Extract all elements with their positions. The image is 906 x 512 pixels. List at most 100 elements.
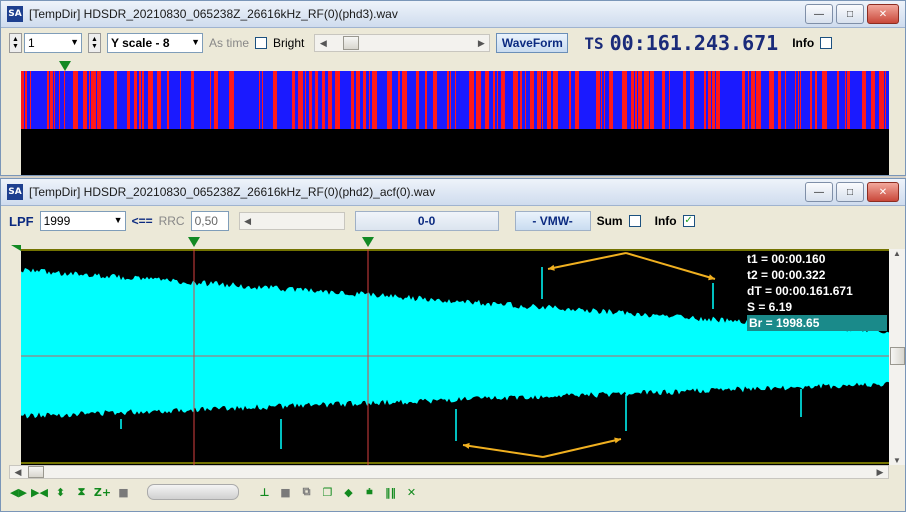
phd3-bar bbox=[450, 71, 451, 129]
phd3-bar bbox=[273, 71, 277, 129]
vertical-shrink-icon[interactable]: ⧗ bbox=[74, 485, 89, 500]
annotation-arrowhead bbox=[548, 264, 555, 271]
marker-t1-icon[interactable] bbox=[188, 237, 200, 247]
sum-checkbox[interactable] bbox=[628, 215, 641, 227]
minimize-button[interactable]: — bbox=[805, 182, 833, 202]
shrink-icon[interactable]: ▶◀ bbox=[31, 485, 48, 500]
scroll-right-icon[interactable]: ▶ bbox=[872, 467, 888, 478]
phd3-bar bbox=[601, 71, 602, 129]
info-label-2: Info bbox=[654, 214, 677, 228]
bracket-icon[interactable]: ⊥ bbox=[257, 485, 272, 500]
phd3-bar bbox=[64, 71, 65, 129]
marker-triangle-icon[interactable] bbox=[59, 61, 71, 71]
phd3-bar bbox=[433, 71, 437, 129]
diamond-icon[interactable]: ◆ bbox=[341, 485, 356, 500]
window2-toolbar: LPF 1999 ▼ <== RRC 0,50 ◀ 0-0 - VMW- Sum … bbox=[1, 206, 905, 236]
phd3-plot[interactable] bbox=[21, 71, 889, 175]
scroll-left-icon[interactable]: ◀ bbox=[315, 38, 331, 49]
expand-icon[interactable]: ◀▶ bbox=[10, 485, 27, 500]
yscale-select[interactable]: Y scale - 8 ▼ bbox=[107, 33, 203, 53]
horizontal-scrollbar[interactable]: ◀ ▶ bbox=[9, 465, 889, 479]
phd3-bar bbox=[372, 71, 377, 129]
window2-titlebar[interactable]: SA [TempDir] HDSDR_20210830_065238Z_2661… bbox=[1, 179, 905, 206]
phd3-bar bbox=[810, 71, 812, 129]
phd3-bar bbox=[716, 71, 720, 129]
phd3-bar bbox=[476, 71, 481, 129]
info-checkbox-2[interactable]: ✓ bbox=[682, 215, 695, 227]
phd3-bar bbox=[553, 71, 558, 129]
position-bar[interactable] bbox=[147, 484, 239, 500]
close-button[interactable]: ✕ bbox=[867, 4, 899, 24]
info-checkbox[interactable] bbox=[820, 37, 833, 49]
vertical-expand-icon[interactable]: ⬍ bbox=[53, 485, 68, 500]
marker-t2-icon[interactable] bbox=[362, 237, 374, 247]
phd3-bar bbox=[751, 71, 755, 129]
readout-t2: t2 = 00:00.322 bbox=[747, 268, 826, 282]
vmw-button[interactable]: - VMW- bbox=[514, 211, 591, 231]
phd3-bar bbox=[455, 71, 456, 129]
copy-icon[interactable]: ⧉ bbox=[299, 485, 314, 500]
phd3-bar bbox=[97, 71, 101, 129]
phd3-bar bbox=[416, 71, 419, 129]
phd3-bar bbox=[644, 71, 649, 129]
vscroll-thumb[interactable] bbox=[890, 347, 905, 365]
spin-up-button[interactable]: ▲ ▼ bbox=[88, 33, 101, 53]
copy-paste-icon[interactable]: ❐ bbox=[320, 485, 335, 500]
phd3-bar bbox=[148, 71, 153, 129]
phd3-bar bbox=[309, 71, 312, 129]
apply-arrow-button[interactable]: <== bbox=[132, 214, 153, 228]
phd3-bar bbox=[262, 71, 263, 129]
scroll-left-icon[interactable]: ◀ bbox=[240, 216, 256, 227]
lpf-select[interactable]: 1999 ▼ bbox=[39, 211, 126, 231]
filter-icon[interactable]: ⩧ bbox=[362, 485, 377, 500]
phd3-bar bbox=[756, 71, 761, 129]
annotation-arrow bbox=[542, 438, 622, 458]
slider-thumb[interactable] bbox=[343, 36, 360, 50]
stop-icon[interactable]: ■ bbox=[116, 485, 131, 500]
minimize-button[interactable]: — bbox=[805, 4, 833, 24]
phd3-bar bbox=[847, 71, 850, 129]
rrc-input[interactable]: 0,50 bbox=[190, 211, 229, 231]
rrc-label: RRC bbox=[158, 214, 185, 228]
range-slider[interactable]: ◀ bbox=[238, 212, 345, 230]
bright-slider[interactable]: ◀ ▶ bbox=[314, 34, 491, 52]
scroll-down-icon[interactable]: ▼ bbox=[889, 456, 905, 465]
phd3-bar bbox=[537, 71, 541, 129]
phd3-bar bbox=[485, 71, 489, 129]
scroll-right-icon[interactable]: ▶ bbox=[473, 38, 489, 49]
phd3-bar bbox=[822, 71, 827, 129]
ts-value: 00:161.243.671 bbox=[609, 31, 779, 55]
cross-icon[interactable]: ✕ bbox=[404, 485, 419, 500]
phd3-bar bbox=[210, 71, 211, 129]
phd3-bar bbox=[214, 71, 218, 129]
maximize-button[interactable]: □ bbox=[836, 4, 864, 24]
scroll-left-icon[interactable]: ◀ bbox=[10, 467, 26, 478]
app-logo-icon: SA bbox=[7, 184, 23, 200]
vertical-scrollbar[interactable]: ▲ ▼ bbox=[889, 249, 905, 465]
hscroll-thumb[interactable] bbox=[28, 466, 44, 478]
phd3-bar bbox=[83, 71, 87, 129]
phd3-bar bbox=[363, 71, 366, 129]
maximize-button[interactable]: □ bbox=[836, 182, 864, 202]
scroll-up-icon[interactable]: ▲ bbox=[889, 249, 905, 258]
waveform-button[interactable]: WaveForm bbox=[496, 33, 569, 53]
acf-plot[interactable]: t1 = 00:00.160 t2 = 00:00.322 dT = 00:00… bbox=[21, 249, 889, 465]
phd3-bar bbox=[493, 71, 495, 129]
phd3-bar bbox=[708, 71, 711, 129]
spin-down-button[interactable]: ▲ ▼ bbox=[9, 33, 22, 53]
phd3-bar bbox=[635, 71, 637, 129]
bars-icon[interactable]: ‖‖ bbox=[383, 485, 398, 500]
stop-icon-2[interactable]: ■ bbox=[278, 485, 293, 500]
window1-titlebar[interactable]: SA [TempDir] HDSDR_20210830_065238Z_2661… bbox=[1, 1, 905, 28]
phd3-bar bbox=[91, 71, 96, 129]
phd3-bar bbox=[604, 71, 605, 129]
phd3-bar bbox=[21, 71, 24, 129]
readout-br: Br = 1998.65 bbox=[747, 315, 887, 331]
zoom-plus-icon[interactable]: Z+ bbox=[94, 485, 111, 500]
close-button[interactable]: ✕ bbox=[867, 182, 899, 202]
channel-select[interactable]: 1 ▼ bbox=[24, 33, 82, 53]
as-time-checkbox[interactable] bbox=[255, 37, 268, 49]
info-readout: t1 = 00:00.160 t2 = 00:00.322 dT = 00:00… bbox=[747, 251, 887, 331]
phd3-bar bbox=[356, 71, 360, 129]
window-phd2-acf: SA [TempDir] HDSDR_20210830_065238Z_2661… bbox=[0, 178, 906, 512]
